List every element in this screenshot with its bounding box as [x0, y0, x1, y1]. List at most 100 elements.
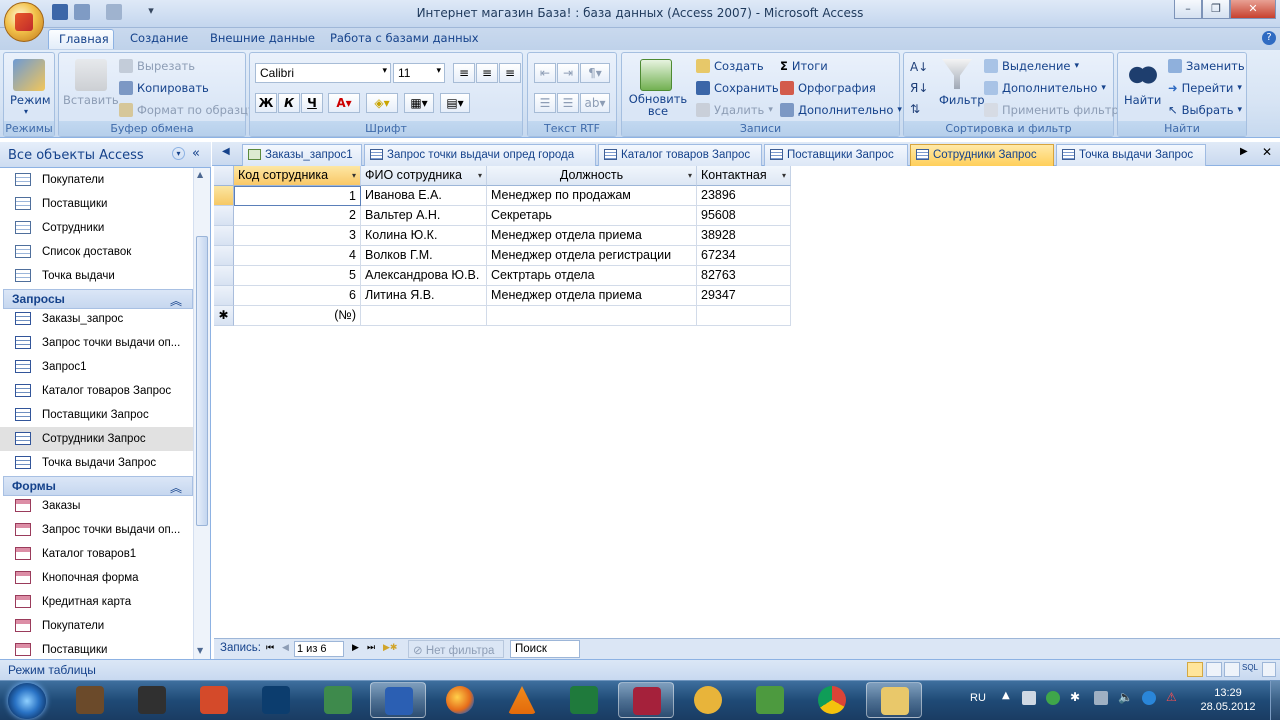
- select-all-corner[interactable]: [214, 166, 234, 186]
- taskbar-app[interactable]: [186, 682, 242, 718]
- advanced-filter-button[interactable]: Дополнительно ▾: [984, 81, 1106, 95]
- nav-section-queries[interactable]: Запросы ︽: [3, 289, 193, 309]
- nav-item-query[interactable]: Заказы_запрос: [0, 307, 193, 331]
- new-record-button[interactable]: Создать: [696, 59, 764, 73]
- nav-pane-header[interactable]: Все объекты Access ▾ «: [0, 142, 211, 168]
- table-cell[interactable]: Литина Я.В.: [361, 286, 487, 306]
- font-color-icon[interactable]: A▾: [328, 93, 360, 113]
- table-cell[interactable]: Секретарь: [487, 206, 697, 226]
- close-document-icon[interactable]: ✕: [1262, 145, 1272, 159]
- doc-tab[interactable]: Каталог товаров Запрос: [598, 144, 762, 166]
- search-input[interactable]: Поиск: [510, 640, 580, 658]
- paragraph-icon[interactable]: ¶▾: [580, 63, 610, 83]
- show-hidden-icons-icon[interactable]: ▲: [1002, 690, 1010, 701]
- taskbar-app[interactable]: [62, 682, 118, 718]
- table-cell[interactable]: 38928: [697, 226, 791, 246]
- table-cell[interactable]: 23896: [697, 186, 791, 206]
- taskbar-app[interactable]: [804, 682, 860, 718]
- taskbar-app[interactable]: [310, 682, 366, 718]
- nav-item-table[interactable]: Поставщики: [0, 192, 193, 216]
- customize-qat-icon[interactable]: ▾: [146, 4, 156, 20]
- tab-create[interactable]: Создание: [120, 29, 198, 49]
- taskbar-app[interactable]: [742, 682, 798, 718]
- taskbar-app[interactable]: [556, 682, 612, 718]
- nav-scrollbar[interactable]: ▲ ▼: [193, 168, 210, 659]
- align-center-icon[interactable]: ≡: [476, 63, 498, 83]
- tray-icon[interactable]: [1142, 691, 1156, 705]
- nav-item-form[interactable]: Покупатели: [0, 614, 193, 638]
- copy-button[interactable]: Копировать: [119, 81, 209, 95]
- sort-icons[interactable]: A↓ Я↓ ⇅: [910, 57, 928, 120]
- nav-item-form[interactable]: Поставщики: [0, 638, 193, 659]
- show-desktop-button[interactable]: [1270, 681, 1280, 720]
- doc-tab[interactable]: Поставщики Запрос: [764, 144, 908, 166]
- collapse-nav-icon[interactable]: «: [192, 146, 200, 161]
- table-cell[interactable]: Волков Г.М.: [361, 246, 487, 266]
- table-cell[interactable]: 2: [234, 206, 361, 226]
- clock[interactable]: 13:29 28.05.2012: [1188, 686, 1268, 714]
- filter-button[interactable]: Фильтр: [939, 93, 985, 107]
- table-cell[interactable]: Александрова Ю.В.: [361, 266, 487, 286]
- taskbar-app-open[interactable]: [618, 682, 674, 718]
- taskbar-app[interactable]: [248, 682, 304, 718]
- scroll-down-icon[interactable]: ▼: [197, 646, 203, 655]
- taskbar-app[interactable]: [680, 682, 736, 718]
- nav-item-query[interactable]: Точка выдачи Запрос: [0, 451, 193, 475]
- taskbar-app-open[interactable]: [866, 682, 922, 718]
- numbering-icon[interactable]: ☰: [557, 93, 579, 113]
- tray-icon[interactable]: [1094, 691, 1108, 705]
- doc-tab[interactable]: Заказы_запрос1: [242, 144, 362, 166]
- table-cell[interactable]: Менеджер отдела приема: [487, 226, 697, 246]
- close-button[interactable]: ✕: [1230, 0, 1276, 19]
- highlight-icon[interactable]: ab▾: [580, 93, 610, 113]
- new-record-nav-icon[interactable]: ▶✱: [383, 642, 397, 653]
- gridlines-icon[interactable]: ▦▾: [404, 93, 434, 113]
- table-cell[interactable]: 5: [234, 266, 361, 286]
- column-dropdown-icon[interactable]: ▾: [352, 166, 356, 185]
- tray-icon[interactable]: [1022, 691, 1036, 705]
- table-cell[interactable]: Иванова Е.А.: [361, 186, 487, 206]
- view-mode-button[interactable]: Режим: [10, 93, 51, 107]
- table-cell[interactable]: Менеджер отдела регистрации: [487, 246, 697, 266]
- redo-icon[interactable]: [106, 4, 122, 20]
- table-cell[interactable]: 67234: [697, 246, 791, 266]
- table-cell[interactable]: 1: [234, 186, 361, 206]
- column-header[interactable]: ФИО сотрудника ▾: [361, 166, 487, 186]
- pivot-chart-view-icon[interactable]: [1224, 662, 1240, 677]
- nav-item-query[interactable]: Каталог товаров Запрос: [0, 379, 193, 403]
- select-button[interactable]: ↖ Выбрать ▾: [1168, 103, 1242, 117]
- taskbar-app-open[interactable]: [370, 682, 426, 718]
- row-selector[interactable]: [214, 186, 234, 206]
- font-size-combo[interactable]: 11 ▾: [393, 63, 445, 83]
- table-cell[interactable]: 95608: [697, 206, 791, 226]
- undo-icon[interactable]: [74, 4, 90, 20]
- nav-item-table[interactable]: Список доставок: [0, 240, 193, 264]
- nav-item-form[interactable]: Каталог товаров1: [0, 542, 193, 566]
- toggle-filter-button[interactable]: Применить фильтр: [984, 103, 1119, 117]
- scroll-thumb[interactable]: [196, 236, 208, 526]
- first-record-icon[interactable]: ⏮: [266, 642, 274, 653]
- nav-item-table[interactable]: Сотрудники: [0, 216, 193, 240]
- language-indicator[interactable]: RU: [970, 692, 986, 704]
- paste-button[interactable]: Вставить: [63, 93, 119, 107]
- nav-item-query[interactable]: Запрос точки выдачи оп...: [0, 331, 193, 355]
- next-record-icon[interactable]: ▶: [352, 642, 359, 653]
- format-painter-button[interactable]: Формат по образцу: [119, 103, 255, 117]
- table-cell[interactable]: Сектртарь отдела: [487, 266, 697, 286]
- table-cell[interactable]: Колина Ю.К.: [361, 226, 487, 246]
- maximize-button[interactable]: ❐: [1202, 0, 1230, 19]
- table-cell[interactable]: 82763: [697, 266, 791, 286]
- record-position-input[interactable]: 1 из 6: [294, 641, 344, 657]
- fill-color-icon[interactable]: ◈▾: [366, 93, 398, 113]
- doc-tab-active[interactable]: Сотрудники Запрос: [910, 144, 1054, 166]
- indent-decrease-icon[interactable]: ⇤: [534, 63, 556, 83]
- design-view-icon[interactable]: [1262, 662, 1276, 677]
- table-cell[interactable]: 29347: [697, 286, 791, 306]
- indent-increase-icon[interactable]: ⇥: [557, 63, 579, 83]
- doc-tab[interactable]: Запрос точки выдачи опред города: [364, 144, 596, 166]
- table-cell[interactable]: Вальтер А.Н.: [361, 206, 487, 226]
- row-selector[interactable]: [214, 286, 234, 306]
- replace-button[interactable]: Заменить: [1168, 59, 1245, 73]
- table-cell[interactable]: Менеджер по продажам: [487, 186, 697, 206]
- delete-record-button[interactable]: Удалить ▾: [696, 103, 773, 117]
